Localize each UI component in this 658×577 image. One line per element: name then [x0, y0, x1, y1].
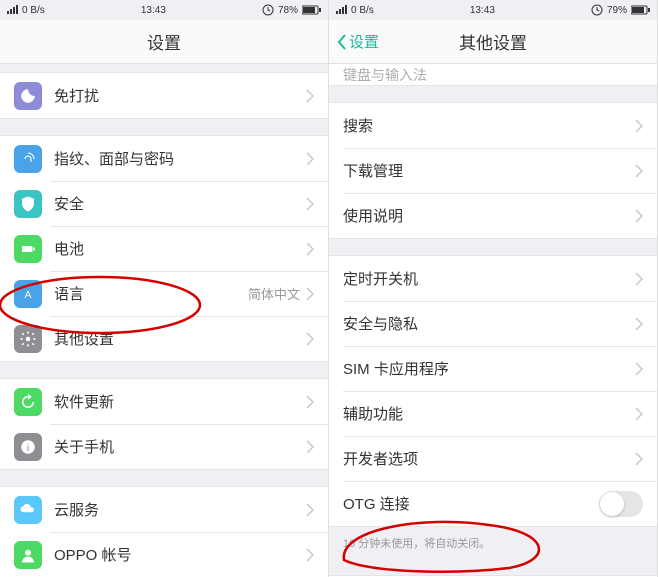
row-partial-top[interactable]: 键盘与输入法: [329, 64, 657, 86]
back-label: 设置: [349, 31, 379, 52]
chevron-right-icon: [306, 152, 314, 166]
settings-panel-left: 0 B/s 13:43 78% 设置 免打扰 指纹、面部与密码: [0, 0, 329, 577]
chevron-right-icon: [306, 197, 314, 211]
row-label: 软件更新: [54, 391, 306, 412]
row-label: 安全与隐私: [343, 313, 635, 334]
row-sim-apps[interactable]: SIM 卡应用程序: [329, 346, 657, 391]
row-label: 其他设置: [54, 328, 306, 349]
other-settings-panel-right: 0 B/s 13:43 79% 设置 其他设置 键盘与输入法 搜索 下载管理: [329, 0, 658, 577]
status-bar: 0 B/s 13:43 78%: [0, 0, 328, 20]
row-label: 云服务: [54, 499, 306, 520]
cloud-icon: [14, 496, 42, 524]
net-speed: 0 B/s: [22, 5, 45, 16]
row-download-manager[interactable]: 下载管理: [329, 148, 657, 193]
nav-bar: 设置 其他设置: [329, 20, 657, 64]
row-fingerprint[interactable]: 指纹、面部与密码: [0, 136, 328, 181]
chevron-right-icon: [635, 452, 643, 466]
gear-icon: [14, 325, 42, 353]
row-label: OTG 连接: [343, 493, 599, 514]
row-label: 定时开关机: [343, 268, 635, 289]
chevron-right-icon: [635, 317, 643, 331]
row-detail: 简体中文: [248, 284, 300, 303]
page-title: 其他设置: [459, 29, 527, 54]
row-oppo-account[interactable]: OPPO 帐号: [0, 532, 328, 577]
battery-icon: [14, 235, 42, 263]
row-battery[interactable]: 电池: [0, 226, 328, 271]
chevron-right-icon: [306, 440, 314, 454]
chevron-right-icon: [635, 362, 643, 376]
chevron-left-icon: [337, 34, 347, 50]
row-label: 搜索: [343, 115, 635, 136]
row-label: 安全: [54, 193, 306, 214]
chevron-right-icon: [635, 119, 643, 133]
row-label: 免打扰: [54, 85, 306, 106]
page-title: 设置: [147, 29, 181, 54]
otg-toggle[interactable]: [599, 491, 643, 517]
moon-icon: [14, 82, 42, 110]
content-scroll[interactable]: 免打扰 指纹、面部与密码 安全 电池 A 语言: [0, 64, 328, 577]
row-accessibility[interactable]: 辅助功能: [329, 391, 657, 436]
row-label: 辅助功能: [343, 403, 635, 424]
row-security-privacy[interactable]: 安全与隐私: [329, 301, 657, 346]
row-label: 语言: [54, 283, 248, 304]
chevron-right-icon: [635, 209, 643, 223]
chevron-right-icon: [306, 548, 314, 562]
row-user-guide[interactable]: 使用说明: [329, 193, 657, 238]
oppo-icon: [14, 541, 42, 569]
row-dnd[interactable]: 免打扰: [0, 73, 328, 118]
row-label: SIM 卡应用程序: [343, 358, 635, 379]
row-label: OPPO 帐号: [54, 544, 306, 565]
status-time: 13:43: [470, 5, 495, 16]
svg-text:A: A: [24, 288, 31, 300]
row-label: 关于手机: [54, 436, 306, 457]
chevron-right-icon: [306, 503, 314, 517]
svg-text:i: i: [27, 441, 29, 453]
chevron-right-icon: [306, 242, 314, 256]
row-developer-options[interactable]: 开发者选项: [329, 436, 657, 481]
net-speed: 0 B/s: [351, 5, 374, 16]
row-cloud[interactable]: 云服务: [0, 487, 328, 532]
nav-bar: 设置: [0, 20, 328, 64]
battery-pct: 79%: [607, 5, 627, 16]
status-bar: 0 B/s 13:43 79%: [329, 0, 657, 20]
shield-icon: [14, 190, 42, 218]
chevron-right-icon: [306, 89, 314, 103]
row-label: 使用说明: [343, 205, 635, 226]
row-label: 指纹、面部与密码: [54, 148, 306, 169]
back-button[interactable]: 设置: [337, 31, 379, 52]
chevron-right-icon: [306, 395, 314, 409]
battery-pct: 78%: [278, 5, 298, 16]
status-time: 13:43: [141, 5, 166, 16]
row-security[interactable]: 安全: [0, 181, 328, 226]
chevron-right-icon: [635, 407, 643, 421]
row-label: 键盘与输入法: [343, 65, 427, 85]
row-label: 电池: [54, 238, 306, 259]
info-icon: i: [14, 433, 42, 461]
row-other-settings[interactable]: 其他设置: [0, 316, 328, 361]
chevron-right-icon: [306, 332, 314, 346]
lang-icon: A: [14, 280, 42, 308]
row-about-phone[interactable]: i 关于手机: [0, 424, 328, 469]
row-otg[interactable]: OTG 连接: [329, 481, 657, 526]
row-label: 开发者选项: [343, 448, 635, 469]
otg-note: 10 分钟未使用，将自动关闭。: [329, 527, 657, 559]
row-label: 下载管理: [343, 160, 635, 181]
chevron-right-icon: [635, 272, 643, 286]
chevron-right-icon: [306, 287, 314, 301]
fingerprint-icon: [14, 145, 42, 173]
row-software-update[interactable]: 软件更新: [0, 379, 328, 424]
chevron-right-icon: [635, 164, 643, 178]
row-scheduled-power[interactable]: 定时开关机: [329, 256, 657, 301]
update-icon: [14, 388, 42, 416]
row-language[interactable]: A 语言 简体中文: [0, 271, 328, 316]
content-scroll[interactable]: 键盘与输入法 搜索 下载管理 使用说明 定时开关机 安全与隐私: [329, 64, 657, 577]
row-search[interactable]: 搜索: [329, 103, 657, 148]
